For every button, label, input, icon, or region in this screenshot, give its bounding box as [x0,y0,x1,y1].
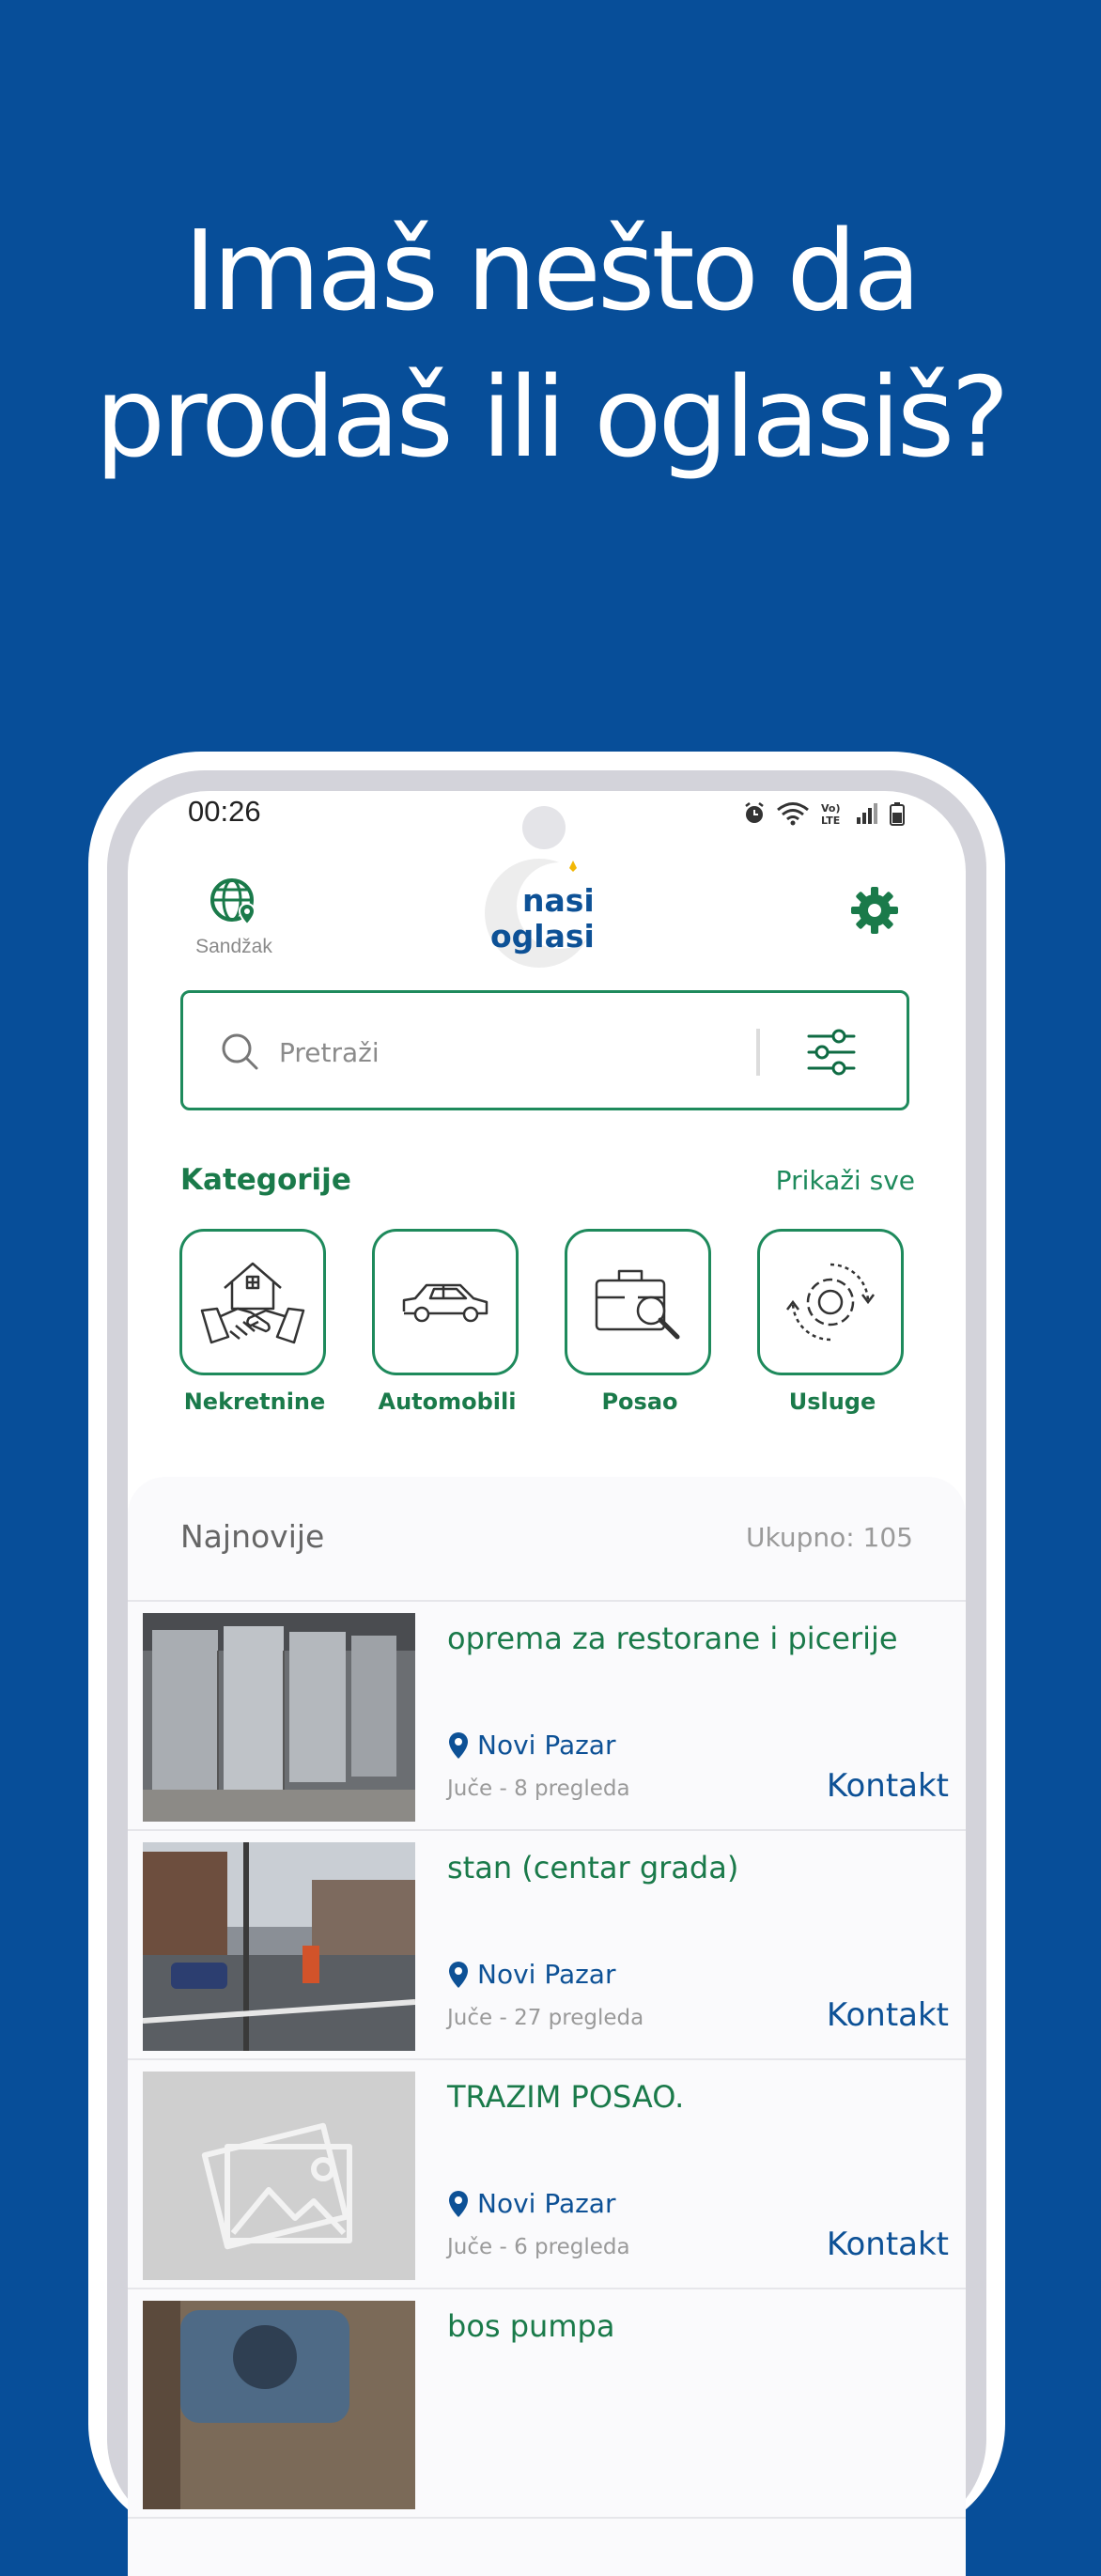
category-icon-box [757,1229,904,1375]
category-icon-box [372,1229,519,1375]
briefcase-search-icon [595,1269,680,1340]
promo-headline: Imaš nešto da prodaš ili oglasiš? [0,197,1101,490]
contact-button[interactable]: Kontakt [827,1767,949,1805]
categories-title: Kategorije [180,1163,351,1197]
search-icon [222,1033,258,1070]
contact-button[interactable]: Kontakt [827,1996,949,2034]
category-label: Automobili [378,1389,517,1415]
contact-button[interactable]: Kontakt [827,2226,949,2263]
headline-line-2: prodaš ili oglasiš? [95,352,1010,482]
listing-item[interactable]: stan (centar grada) Novi Pazar Juče - 27… [128,1831,966,2060]
settings-button[interactable] [849,885,900,939]
category-label: Nekretnine [183,1389,326,1415]
svg-text:LTE: LTE [821,815,840,827]
listing-thumbnail [143,1842,415,2051]
listing-location: Novi Pazar [447,1959,615,1990]
latest-listings-panel: Najnovije Ukupno: 105 oprema za restoran… [128,1477,966,2576]
show-all-link[interactable]: Prikaži sve [776,1165,915,1196]
listing-title: bos pumpa [447,2308,615,2344]
gear-services-icon [786,1263,875,1342]
listing-title: oprema za restorane i picerije [447,1621,898,1656]
category-posao[interactable]: Posao [565,1229,715,1415]
app-screen: 00:26 Vo) LTE Sandžak nasi oglasi Pretra… [128,791,966,2576]
alarm-icon [745,802,764,823]
category-label: Posao [601,1389,678,1415]
filter-sliders-icon[interactable] [807,1029,856,1076]
location-text: Novi Pazar [477,2188,616,2219]
location-selector[interactable]: Sandžak [182,876,286,958]
listing-item[interactable]: bos pumpa [128,2289,966,2519]
headline-line-1: Imaš nešto da [183,206,921,335]
logo-text-top: nasi [522,882,595,919]
listing-meta: Juče - 8 pregleda [447,1777,630,1801]
listings-count: Ukupno: 105 [745,1522,913,1553]
listing-thumbnail [143,2072,415,2280]
battery-icon [890,802,905,826]
house-handshake-icon [200,1262,305,1344]
volte-lte-icon: Vo)LTE [821,802,841,827]
location-pin-icon [449,2190,468,2217]
app-logo: nasi oglasi [485,859,603,968]
location-label: Sandžak [195,936,272,957]
location-pin-icon [449,1961,468,1988]
search-input[interactable] [277,1025,732,1079]
logo-text-bottom: oglasi [490,918,595,954]
globe-location-icon [210,878,256,926]
listing-title: TRAZIM POSAO. [447,2079,685,2115]
category-icon-box [179,1229,326,1375]
category-icon-box [565,1229,711,1375]
status-icons: Vo) LTE [742,800,906,827]
car-icon [402,1283,488,1323]
category-label: Usluge [788,1389,876,1415]
latest-title: Najnovije [180,1518,325,1555]
category-usluge[interactable]: Usluge [757,1229,907,1415]
gear-icon [851,887,898,934]
svg-text:Vo): Vo) [821,802,841,815]
signal-icon [857,803,877,824]
placeholder-image-icon [143,2072,415,2280]
location-pin-icon [449,1731,468,1759]
location-text: Novi Pazar [477,1730,616,1761]
listing-thumbnail [143,2301,415,2509]
listing-title: stan (centar grada) [447,1850,739,1885]
listing-meta: Juče - 6 pregleda [447,2235,630,2259]
location-text: Novi Pazar [477,1959,616,1990]
listing-item[interactable]: oprema za restorane i picerije Novi Paza… [128,1602,966,1831]
status-time: 00:26 [188,795,261,828]
listing-meta: Juče - 27 pregleda [447,2006,644,2030]
search-divider [756,1029,760,1076]
listing-location: Novi Pazar [447,1730,615,1761]
listing-item[interactable]: TRAZIM POSAO. Novi Pazar Juče - 6 pregle… [128,2060,966,2289]
search-bar [180,990,909,1110]
front-camera [522,806,566,849]
category-nekretnine[interactable]: Nekretnine [179,1229,330,1415]
category-automobili[interactable]: Automobili [372,1229,522,1415]
wifi-icon [777,802,809,826]
listing-thumbnail [143,1613,415,1822]
listing-location: Novi Pazar [447,2188,615,2219]
